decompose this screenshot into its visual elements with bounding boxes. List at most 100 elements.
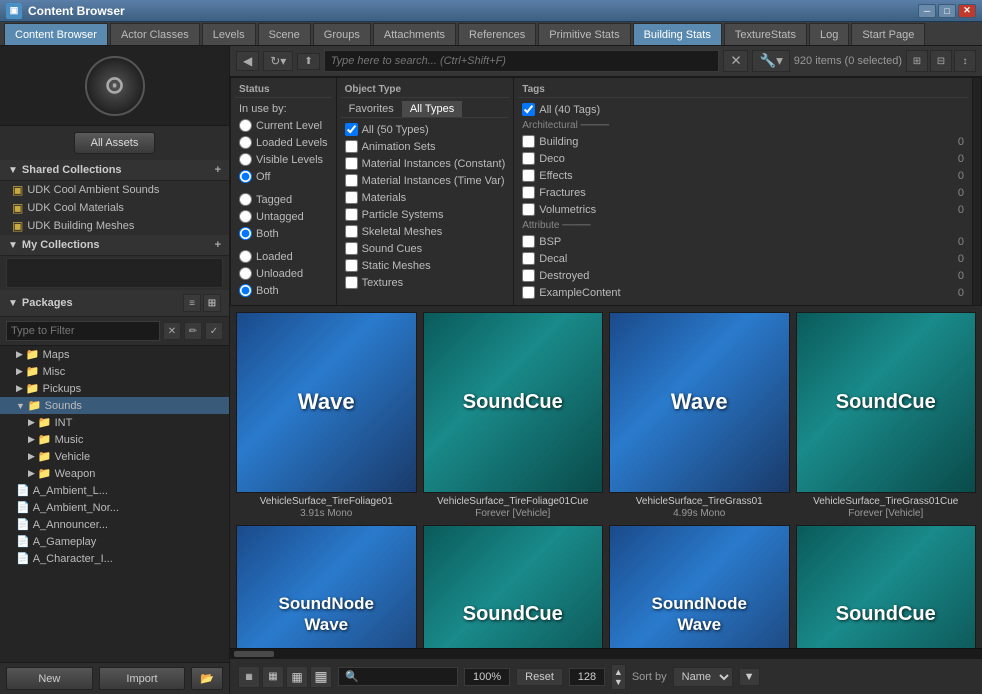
asset-item-1[interactable]: SoundCue VehicleSurface_TireFoliage01Cue…	[423, 312, 604, 519]
collapse-button[interactable]: ⬆	[297, 53, 319, 70]
collection-item[interactable]: ▣ UDK Building Meshes	[0, 217, 229, 235]
tab-texture-stats[interactable]: TextureStats	[724, 23, 807, 45]
minimize-button[interactable]: ─	[918, 4, 936, 18]
back-button[interactable]: ◀	[236, 51, 259, 71]
tree-item-int[interactable]: ▶ 📁 INT	[0, 414, 229, 431]
status-loaded-levels[interactable]: Loaded Levels	[235, 134, 332, 151]
filter-scrollbar[interactable]	[973, 78, 981, 305]
tree-item-gameplay[interactable]: 📄 A_Gameplay	[0, 533, 229, 550]
obj-sound-cues[interactable]: Sound Cues	[341, 240, 510, 257]
status-current-level[interactable]: Current Level	[235, 117, 332, 134]
status-visible-levels[interactable]: Visible Levels	[235, 151, 332, 168]
tab-log[interactable]: Log	[809, 23, 849, 45]
shared-collections-add-button[interactable]: +	[215, 164, 221, 176]
tree-item-character-i[interactable]: 📄 A_Character_I...	[0, 550, 229, 567]
packages-filter-input[interactable]	[6, 321, 160, 341]
maximize-button[interactable]: □	[938, 4, 956, 18]
status-both-2[interactable]: Both	[235, 282, 332, 299]
tree-item-misc[interactable]: ▶ 📁 Misc	[0, 363, 229, 380]
filter-button[interactable]: 🔧▾	[752, 50, 789, 72]
confirm-filter-button[interactable]: ✓	[205, 322, 223, 340]
tab-start-page[interactable]: Start Page	[851, 23, 925, 45]
tree-item-music[interactable]: ▶ 📁 Music	[0, 431, 229, 448]
thumb-size-2[interactable]: ▦	[262, 666, 284, 688]
tree-item-ambient-l[interactable]: 📄 A_Ambient_L...	[0, 482, 229, 499]
asset-item-0[interactable]: Wave VehicleSurface_TireFoliage01 3.91s …	[236, 312, 417, 519]
tag-fractures[interactable]: Fractures0	[518, 184, 968, 201]
tag-building[interactable]: Building0	[518, 133, 968, 150]
tab-references[interactable]: References	[458, 23, 536, 45]
obj-materials[interactable]: Materials	[341, 189, 510, 206]
status-off[interactable]: Off	[235, 168, 332, 185]
obj-all[interactable]: All (50 Types)	[341, 121, 510, 138]
thumb-size-4[interactable]: ▦	[310, 666, 332, 688]
packages-header[interactable]: ▼ Packages ≡ ⊞	[0, 290, 229, 317]
tag-decal[interactable]: Decal0	[518, 250, 968, 267]
tree-item-weapon[interactable]: ▶ 📁 Weapon	[0, 465, 229, 482]
tab-groups[interactable]: Groups	[313, 23, 371, 45]
obj-mat-timevar[interactable]: Material Instances (Time Var)	[341, 172, 510, 189]
edit-filter-button[interactable]: ✏	[184, 322, 202, 340]
obj-anim[interactable]: Animation Sets	[341, 138, 510, 155]
status-loaded[interactable]: Loaded	[235, 248, 332, 265]
tag-effects[interactable]: Effects0	[518, 167, 968, 184]
tag-examplecontent[interactable]: ExampleContent0	[518, 284, 968, 301]
tab-attachments[interactable]: Attachments	[373, 23, 456, 45]
thumb-size-1[interactable]: ▦	[238, 666, 260, 688]
obj-skeletal[interactable]: Skeletal Meshes	[341, 223, 510, 240]
reset-button[interactable]: Reset	[516, 668, 563, 686]
asset-item-7[interactable]: SoundCue VehicleSurface_TireMud01Cue For…	[796, 525, 977, 649]
tab-content-browser[interactable]: Content Browser	[4, 23, 108, 45]
asset-item-5[interactable]: SoundCue VehicleSurface_TireMetal01Cue F…	[423, 525, 604, 649]
tab-actor-classes[interactable]: Actor Classes	[110, 23, 200, 45]
view-btn-2[interactable]: ⊟	[930, 50, 952, 72]
tag-volumetrics[interactable]: Volumetrics0	[518, 201, 968, 218]
obj-tab-favorites[interactable]: Favorites	[341, 101, 402, 117]
tree-item-announcer[interactable]: 📄 A_Announcer...	[0, 516, 229, 533]
sort-select[interactable]: Name	[673, 667, 733, 687]
status-tagged[interactable]: Tagged	[235, 191, 332, 208]
packages-list-view[interactable]: ≡	[183, 294, 201, 312]
view-btn-3[interactable]: ↕	[954, 50, 976, 72]
tab-primitive-stats[interactable]: Primitive Stats	[538, 23, 630, 45]
scrollbar-thumb[interactable]	[234, 651, 274, 657]
tab-levels[interactable]: Levels	[202, 23, 256, 45]
status-both-1[interactable]: Both	[235, 225, 332, 242]
all-assets-button[interactable]: All Assets	[74, 132, 156, 154]
my-collections-header[interactable]: ▼ My Collections +	[0, 235, 229, 256]
tag-all[interactable]: All (40 Tags)	[518, 101, 968, 118]
tree-item-maps[interactable]: ▶ 📁 Maps	[0, 346, 229, 363]
size-spinner[interactable]: ▲▼	[611, 664, 626, 690]
new-button[interactable]: New	[6, 667, 93, 690]
size-input[interactable]	[569, 668, 605, 686]
tree-item-pickups[interactable]: ▶ 📁 Pickups	[0, 380, 229, 397]
obj-textures[interactable]: Textures	[341, 274, 510, 291]
tree-item-vehicle[interactable]: ▶ 📁 Vehicle	[0, 448, 229, 465]
asset-item-3[interactable]: SoundCue VehicleSurface_TireGrass01Cue F…	[796, 312, 977, 519]
thumb-size-3[interactable]: ▦	[286, 666, 308, 688]
tree-item-ambient-nor[interactable]: 📄 A_Ambient_Nor...	[0, 499, 229, 516]
clear-search-button[interactable]: ✕	[723, 50, 748, 72]
obj-mat-const[interactable]: Material Instances (Constant)	[341, 155, 510, 172]
tab-building-stats[interactable]: Building Stats	[633, 23, 722, 45]
obj-particles[interactable]: Particle Systems	[341, 206, 510, 223]
shared-collections-header[interactable]: ▼ Shared Collections +	[0, 160, 229, 181]
tag-bsp[interactable]: BSP0	[518, 233, 968, 250]
status-unloaded[interactable]: Unloaded	[235, 265, 332, 282]
tab-scene[interactable]: Scene	[258, 23, 311, 45]
sort-direction-button[interactable]: ▼	[739, 668, 760, 686]
open-folder-button[interactable]: 📂	[191, 667, 223, 690]
my-collections-input[interactable]	[6, 258, 223, 288]
import-button[interactable]: Import	[99, 667, 186, 690]
status-untagged[interactable]: Untagged	[235, 208, 332, 225]
forward-button[interactable]: ↻▾	[263, 51, 293, 71]
obj-tab-all-types[interactable]: All Types	[402, 101, 462, 117]
horizontal-scrollbar[interactable]	[230, 648, 982, 658]
asset-item-4[interactable]: SoundNodeWave VehicleSurface_TireMetal01…	[236, 525, 417, 649]
tree-item-sounds[interactable]: ▼ 📁 Sounds	[0, 397, 229, 414]
close-button[interactable]: ✕	[958, 4, 976, 18]
tag-deco[interactable]: Deco0	[518, 150, 968, 167]
tag-destroyed[interactable]: Destroyed0	[518, 267, 968, 284]
asset-item-2[interactable]: Wave VehicleSurface_TireGrass01 4.99s Mo…	[609, 312, 790, 519]
search-input[interactable]	[324, 50, 720, 72]
